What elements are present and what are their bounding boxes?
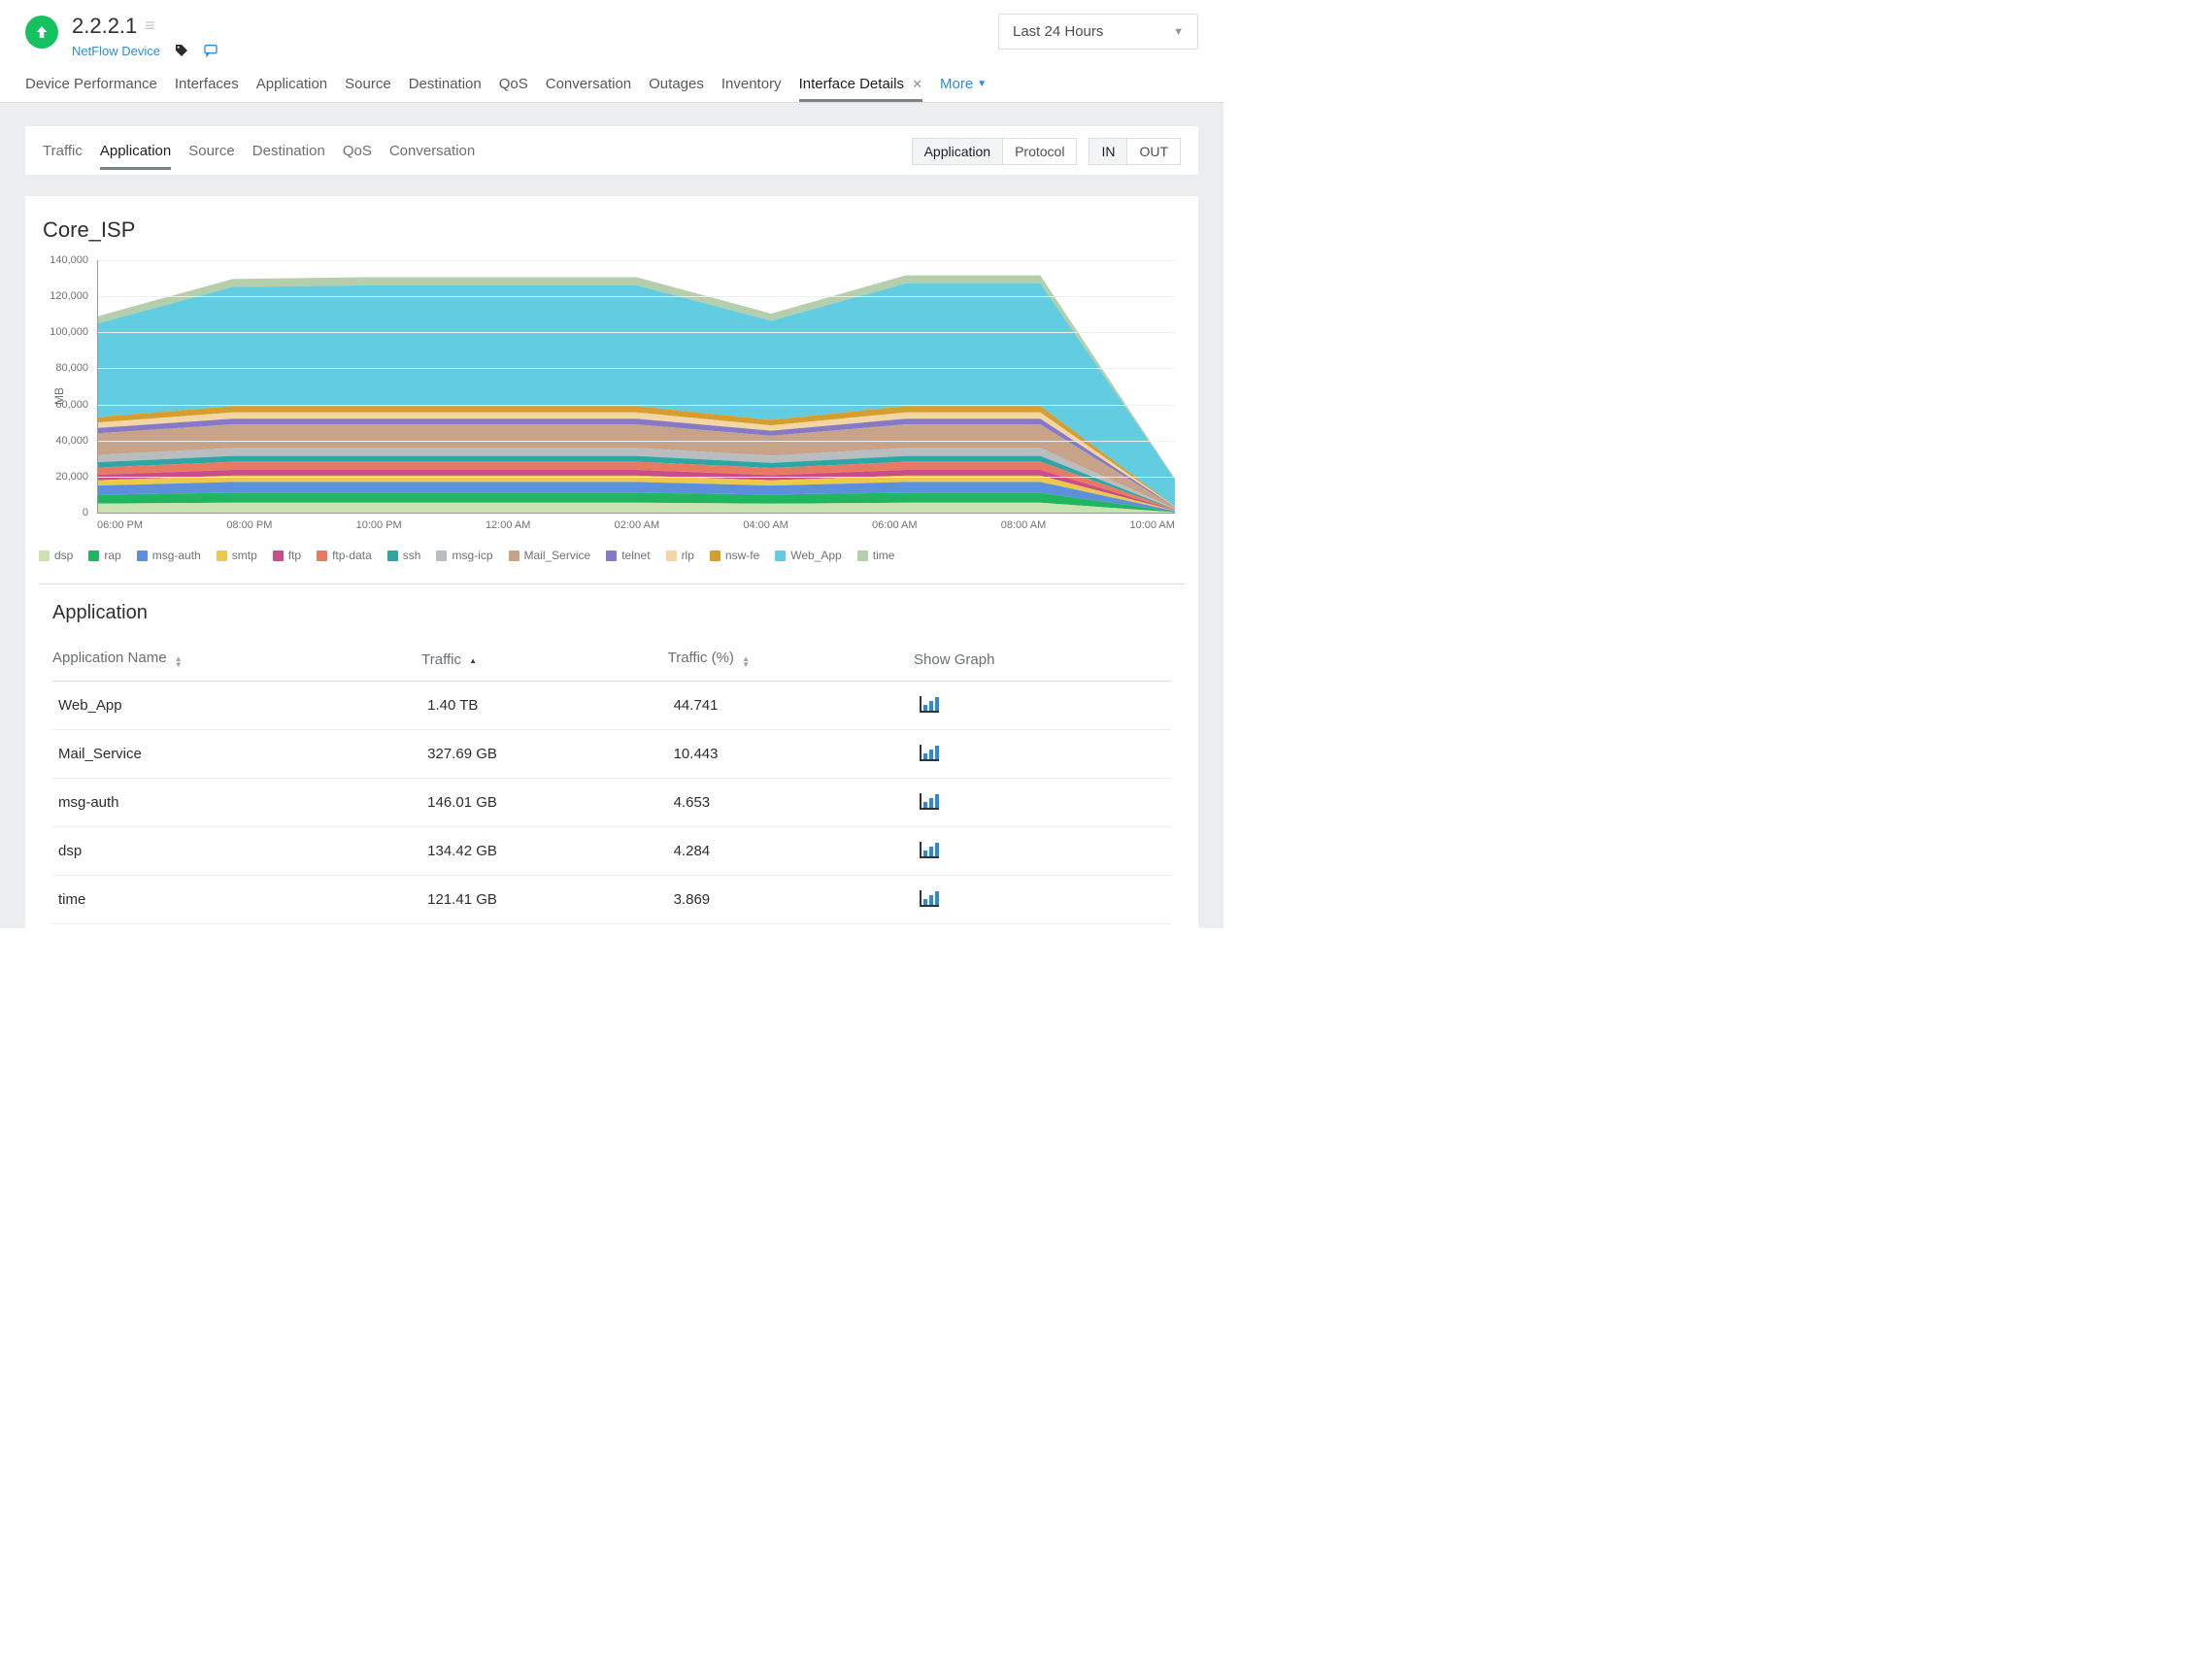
view-mode-protocol[interactable]: Protocol [1002,139,1076,164]
direction-toggle: IN OUT [1089,138,1181,165]
cell-traffic: 327.69 GB [421,730,667,779]
tab-source[interactable]: Source [345,76,391,102]
sort-icon: ▲ [469,658,477,664]
show-graph-icon[interactable] [920,793,939,810]
tab-outages[interactable]: Outages [649,76,704,102]
table-title: Application [52,602,1171,624]
sort-icon: ▲▼ [742,656,750,668]
cell-traffic-pct: 3.869 [668,876,914,924]
chat-icon[interactable] [203,43,218,58]
direction-out[interactable]: OUT [1126,139,1180,164]
legend-item[interactable]: telnet [606,549,650,562]
legend-item[interactable]: ftp-data [317,549,372,562]
time-range-select[interactable]: Last 24 Hours ▼ [998,14,1198,50]
view-mode-application[interactable]: Application [913,139,1003,164]
col-traffic-pct[interactable]: Traffic (%) ▲▼ [668,638,914,682]
col-show-graph: Show Graph [914,638,1171,682]
cell-traffic: 134.42 GB [421,827,667,876]
subtab-source[interactable]: Source [188,143,235,160]
cell-traffic-pct: 10.443 [668,730,914,779]
tab-inventory[interactable]: Inventory [721,76,782,102]
area-chart-svg [98,260,1175,513]
cell-traffic: 121.41 GB [421,876,667,924]
col-app-name[interactable]: Application Name ▲▼ [52,638,421,682]
subtab-destination[interactable]: Destination [252,143,325,160]
cell-app-name: time [52,876,421,924]
tab-destination[interactable]: Destination [409,76,482,102]
table-row: dsp134.42 GB4.284 [52,827,1171,876]
view-mode-toggle: Application Protocol [912,138,1078,165]
tab-conversation[interactable]: Conversation [546,76,631,102]
subtab-traffic[interactable]: Traffic [43,143,83,160]
cell-app-name: msg-auth [52,779,421,827]
legend-item[interactable]: smtp [217,549,257,562]
tab-application[interactable]: Application [256,76,327,102]
chart-x-ticks: 06:00 PM08:00 PM10:00 PM12:00 AM02:00 AM… [97,519,1175,531]
tab-more-label: More [940,76,973,92]
table-row: Web_App1.40 TB44.741 [52,682,1171,730]
subtab-conversation[interactable]: Conversation [389,143,475,160]
legend-item[interactable]: nsw-fe [710,549,759,562]
application-table: Application Name ▲▼ Traffic ▲ Traffic (%… [52,638,1171,924]
tab-qos[interactable]: QoS [499,76,528,102]
table-row: Mail_Service327.69 GB10.443 [52,730,1171,779]
time-range-label: Last 24 Hours [1013,23,1103,40]
legend-item[interactable]: rlp [666,549,694,562]
chevron-down-icon: ▼ [977,79,987,89]
cell-traffic-pct: 4.284 [668,827,914,876]
cell-traffic-pct: 44.741 [668,682,914,730]
tab-more[interactable]: More ▼ [940,76,987,102]
sort-icon: ▲▼ [175,656,183,668]
show-graph-icon[interactable] [920,696,939,713]
tag-icon[interactable] [174,43,189,58]
cell-app-name: dsp [52,827,421,876]
legend-item[interactable]: dsp [39,549,73,562]
tab-interfaces[interactable]: Interfaces [175,76,239,102]
tab-close-icon[interactable]: ✕ [912,77,922,91]
table-row: msg-auth146.01 GB4.653 [52,779,1171,827]
cell-traffic: 1.40 TB [421,682,667,730]
tab-interface-details-label: Interface Details [799,76,904,92]
show-graph-icon[interactable] [920,890,939,907]
legend-item[interactable]: Web_App [775,549,841,562]
tab-interface-details[interactable]: Interface Details ✕ [799,76,922,102]
status-up-icon [25,16,58,49]
device-type-link[interactable]: NetFlow Device [72,44,160,58]
cell-app-name: Web_App [52,682,421,730]
cell-traffic: 146.01 GB [421,779,667,827]
legend-item[interactable]: Mail_Service [509,549,591,562]
legend-item[interactable]: ssh [387,549,421,562]
cell-traffic-pct: 4.653 [668,779,914,827]
chart-plot-area: 020,00040,00060,00080,000100,000120,0001… [97,260,1175,514]
direction-in[interactable]: IN [1089,139,1126,164]
table-row: time121.41 GB3.869 [52,876,1171,924]
show-graph-icon[interactable] [920,842,939,858]
cell-app-name: Mail_Service [52,730,421,779]
chevron-down-icon: ▼ [1173,26,1184,38]
subtab-application[interactable]: Application [100,143,171,170]
show-graph-icon[interactable] [920,745,939,761]
chart-card: Core_ISP MB 020,00040,00060,00080,000100… [25,196,1198,928]
tab-device-performance[interactable]: Device Performance [25,76,157,102]
legend-item[interactable]: time [857,549,895,562]
col-traffic[interactable]: Traffic ▲ [421,638,667,682]
subtab-qos[interactable]: QoS [343,143,372,160]
legend-item[interactable]: msg-icp [436,549,492,562]
chart-title: Core_ISP [43,217,1185,243]
legend-item[interactable]: rap [88,549,120,562]
chart-legend: dsp rap msg-auth smtp ftp ftp-data ssh msg-icp M… [39,549,1185,562]
device-ip: 2.2.2.1 [72,14,137,39]
page-title: 2.2.2.1 ≡ [72,14,218,39]
title-menu-icon[interactable]: ≡ [145,17,155,34]
legend-item[interactable]: ftp [273,549,301,562]
legend-item[interactable]: msg-auth [137,549,201,562]
